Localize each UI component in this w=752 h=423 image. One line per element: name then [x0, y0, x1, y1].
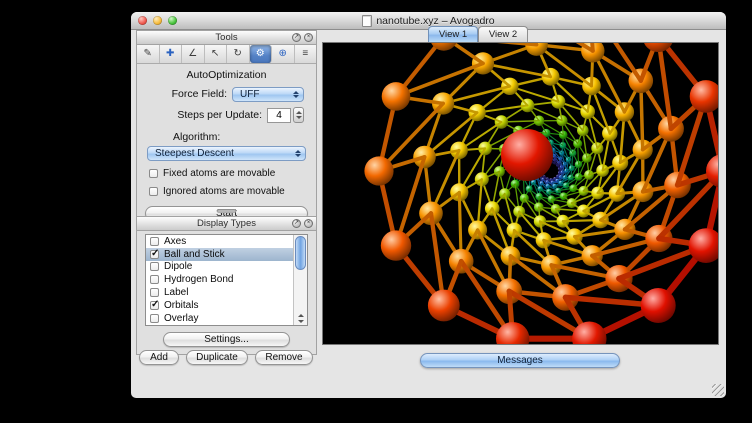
list-item-label: Orbitals: [164, 300, 198, 311]
measure-tool[interactable]: ≡: [295, 45, 317, 63]
display-types-title: Display Types: [197, 218, 256, 229]
select-tool[interactable]: ↖: [205, 45, 228, 63]
dipole-checkbox[interactable]: [150, 262, 159, 271]
popup-arrows-icon: [292, 147, 303, 160]
scrollbar-thumb[interactable]: [295, 236, 306, 270]
rotate-icon: ↻: [234, 49, 242, 59]
add-button[interactable]: Add: [139, 350, 179, 365]
algorithm-value: Steepest Descent: [155, 148, 234, 159]
list-item-dipole[interactable]: Dipole: [146, 261, 294, 274]
axes-checkbox[interactable]: [150, 237, 159, 246]
ignored-atoms-checkbox[interactable]: [149, 187, 158, 196]
algorithm-popup[interactable]: Steepest Descent: [147, 146, 306, 161]
bond-icon: ∠: [188, 49, 197, 59]
orbitals-checkbox[interactable]: [150, 301, 159, 310]
fixed-atoms-checkbox-row[interactable]: Fixed atoms are movable: [149, 168, 316, 179]
close-panel-icon[interactable]: ×: [304, 219, 313, 228]
bond-centric-tool[interactable]: ∠: [182, 45, 205, 63]
list-scrollbar[interactable]: [293, 235, 307, 325]
close-panel-icon[interactable]: ×: [304, 33, 313, 42]
manipulate-tool[interactable]: ⊕: [272, 45, 295, 63]
tools-panel-title: Tools: [215, 32, 237, 43]
autooptimize-tool[interactable]: ⚙: [250, 45, 273, 63]
navigate-icon: ✚: [166, 49, 174, 59]
document-proxy-icon[interactable]: [362, 15, 372, 27]
display-types-panel: Display Types ↗ × Axes Ball and Stick: [136, 216, 317, 355]
navigate-tool[interactable]: ✚: [160, 45, 183, 63]
nanotube-render: [323, 43, 718, 344]
display-types-list: Axes Ball and Stick Dipole Hydrogen Bond: [145, 234, 308, 326]
force-field-value: UFF: [240, 89, 259, 100]
fixed-atoms-checkbox[interactable]: [149, 169, 158, 178]
display-types-header[interactable]: Display Types ↗ ×: [137, 217, 316, 231]
list-item-label: Axes: [164, 236, 186, 247]
avogadro-window: nanotube.xyz – Avogadro Tools ↗ × ✎ ✚ ∠ …: [131, 12, 726, 398]
list-item-ball-and-stick[interactable]: Ball and Stick: [146, 248, 294, 261]
tools-panel-header[interactable]: Tools ↗ ×: [137, 31, 316, 45]
tab-view-1[interactable]: View 1: [428, 26, 478, 42]
fixed-atoms-label: Fixed atoms are movable: [163, 168, 275, 179]
label-checkbox[interactable]: [150, 288, 159, 297]
list-item-axes[interactable]: Axes: [146, 235, 294, 248]
force-field-popup[interactable]: UFF: [232, 87, 304, 102]
steps-value-field[interactable]: 4: [267, 108, 291, 123]
rotate-tool[interactable]: ↻: [227, 45, 250, 63]
messages-button[interactable]: Messages: [420, 353, 620, 368]
manipulate-icon: ⊕: [279, 49, 287, 59]
display-type-actions: Add Duplicate Remove: [139, 350, 320, 365]
draw-tool[interactable]: ✎: [137, 45, 160, 63]
steps-label: Steps per Update:: [177, 109, 262, 121]
remove-button[interactable]: Remove: [255, 350, 313, 365]
list-item-hydrogen-bond[interactable]: Hydrogen Bond: [146, 273, 294, 286]
steps-stepper[interactable]: [293, 107, 304, 123]
scrollbar-arrows-icon[interactable]: [294, 314, 307, 323]
window-resize-grip[interactable]: [712, 384, 724, 396]
ignored-atoms-label: Ignored atoms are movable: [163, 186, 285, 197]
settings-button[interactable]: Settings...: [163, 332, 290, 347]
ignored-atoms-checkbox-row[interactable]: Ignored atoms are movable: [149, 186, 316, 197]
tab-view-2[interactable]: View 2: [478, 26, 528, 42]
gear-icon: ⚙: [256, 49, 265, 59]
list-item-label: Dipole: [164, 261, 192, 272]
window-title-text: nanotube.xyz – Avogadro: [376, 15, 494, 27]
list-item-label: Overlay: [164, 313, 198, 324]
list-item-orbitals[interactable]: Orbitals: [146, 299, 294, 312]
force-field-label: Force Field:: [172, 88, 227, 100]
ball-and-stick-checkbox[interactable]: [150, 250, 159, 259]
duplicate-button[interactable]: Duplicate: [186, 350, 248, 365]
steps-spinbox: 4: [267, 107, 304, 123]
list-item-label: Ball and Stick: [164, 249, 225, 260]
tool-selection-toolbar: ✎ ✚ ∠ ↖ ↻ ⚙ ⊕ ≡: [137, 45, 316, 64]
overlay-checkbox[interactable]: [150, 314, 159, 323]
desktop-background: nanotube.xyz – Avogadro Tools ↗ × ✎ ✚ ∠ …: [0, 0, 752, 423]
list-item-overlay[interactable]: Overlay: [146, 312, 294, 325]
popup-arrows-icon: [290, 88, 301, 101]
measure-icon: ≡: [302, 49, 308, 59]
hydrogen-bond-checkbox[interactable]: [150, 275, 159, 284]
pencil-icon: ✎: [144, 49, 152, 59]
float-panel-icon[interactable]: ↗: [292, 219, 301, 228]
float-panel-icon[interactable]: ↗: [292, 33, 301, 42]
cursor-icon: ↖: [211, 49, 219, 59]
tools-panel: Tools ↗ × ✎ ✚ ∠ ↖ ↻ ⚙ ⊕ ≡ AutoOptimizati…: [136, 30, 317, 229]
algorithm-label: Algorithm:: [173, 131, 316, 143]
view-tabbar: View 1 View 2: [322, 26, 719, 42]
list-item-label-type[interactable]: Label: [146, 286, 294, 299]
list-item-label: Hydrogen Bond: [164, 274, 234, 285]
list-item-label: Label: [164, 287, 188, 298]
active-tool-title: AutoOptimization: [137, 69, 316, 81]
gl-viewport[interactable]: [322, 42, 719, 345]
panel-splitter-handle[interactable]: [217, 209, 236, 213]
